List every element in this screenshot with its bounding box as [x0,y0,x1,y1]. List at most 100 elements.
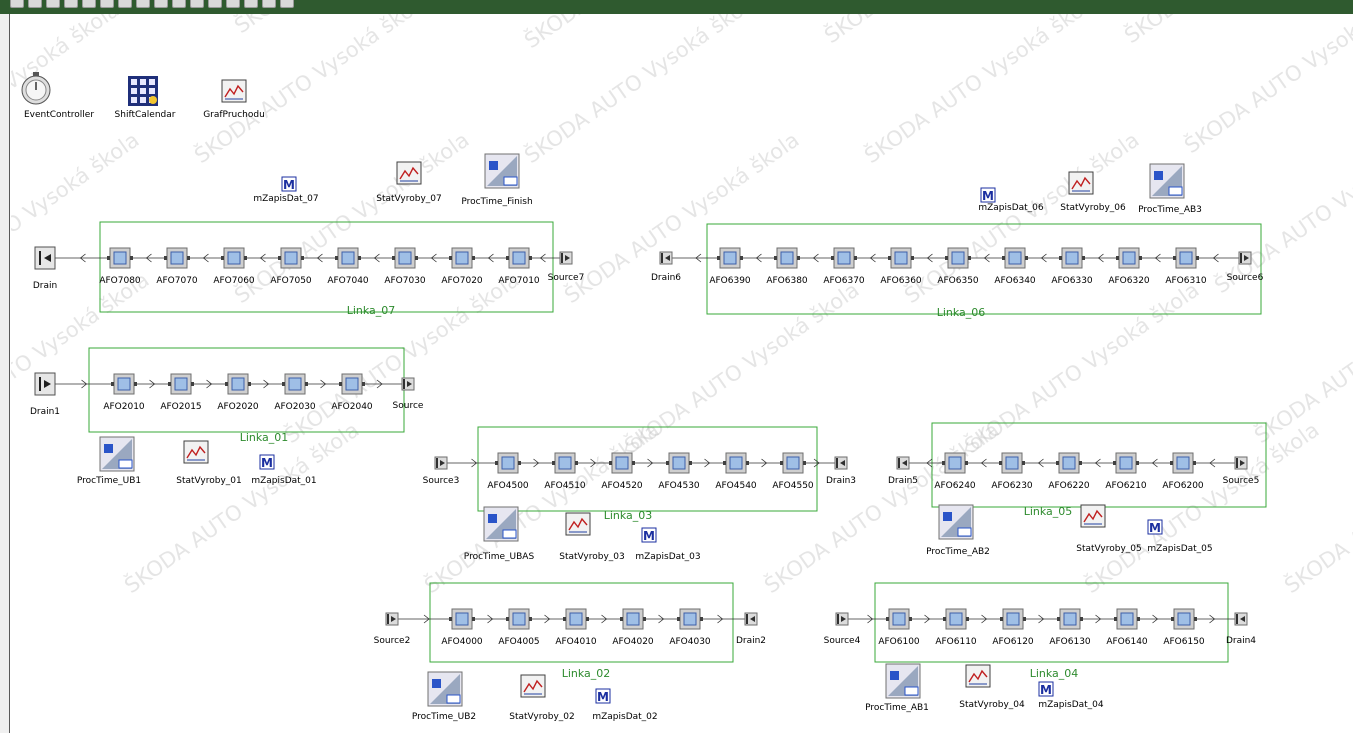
station-afo6220[interactable] [1056,452,1082,474]
watermark-text: ŠKODA AUTO Vysoká škola [1250,267,1353,448]
statistics-chart-icon[interactable] [565,512,591,536]
zoom-in-icon[interactable] [172,0,186,8]
station-afo6380[interactable] [774,247,800,269]
station-afo7040[interactable] [335,247,361,269]
station-afo4550[interactable] [780,452,806,474]
source-icon[interactable] [434,456,448,470]
station-afo6110[interactable] [943,608,969,630]
source-icon[interactable] [385,612,399,626]
station-afo2020[interactable] [225,373,251,395]
graf-pruchodu-icon[interactable] [221,79,247,103]
select-icon[interactable] [262,0,276,8]
tools-icon[interactable] [208,0,222,8]
station-afo6310[interactable] [1173,247,1199,269]
station-afo7080[interactable] [107,247,133,269]
station-afo6200[interactable] [1170,452,1196,474]
station-afo7050[interactable] [278,247,304,269]
play-icon[interactable] [100,0,114,8]
network-diagram[interactable]: ŠKODA AUTO Vysoká škola ŠKODA AUTO Vysoká… [11,14,1353,733]
drain-icon[interactable] [34,372,56,396]
station-afo6370[interactable] [831,247,857,269]
layout-icon[interactable] [10,0,24,8]
proctime-table-icon[interactable] [483,506,519,542]
statistics-chart-icon[interactable] [1080,504,1106,528]
source-icon[interactable] [1238,251,1252,265]
station-afo7070[interactable] [164,247,190,269]
proctime-table-icon[interactable] [427,671,463,707]
drain-icon[interactable] [896,456,910,470]
station-afo6130[interactable] [1057,608,1083,630]
proctime-table-icon[interactable] [1149,163,1185,199]
chart-icon[interactable] [226,0,240,8]
station-afo4000[interactable] [449,608,475,630]
arrow-icon[interactable] [244,0,258,8]
station-label: AFO6140 [1106,637,1148,647]
station-afo2010[interactable] [111,373,137,395]
simulation-frame-canvas[interactable]: ŠKODA AUTO Vysoká škola ŠKODA AUTO Vysoká… [11,14,1353,733]
station-afo4020[interactable] [620,608,646,630]
stop-icon[interactable] [136,0,150,8]
station-afo6230[interactable] [999,452,1025,474]
station-afo6350[interactable] [945,247,971,269]
station-label: AFO4500 [487,481,529,491]
help-icon[interactable] [280,0,294,8]
station-afo7010[interactable] [506,247,532,269]
station-afo6100[interactable] [886,608,912,630]
station-afo6360[interactable] [888,247,914,269]
proctime-table-icon[interactable] [938,504,974,540]
station-afo4005[interactable] [506,608,532,630]
step-icon[interactable] [118,0,132,8]
station-label: AFO7080 [99,276,141,286]
station-afo6120[interactable] [1000,608,1026,630]
statistics-chart-icon[interactable] [520,674,546,698]
zoom-out-icon[interactable] [190,0,204,8]
source-icon[interactable] [835,612,849,626]
source-icon[interactable] [559,251,573,265]
statistics-chart-icon[interactable] [965,664,991,688]
station-afo7020[interactable] [449,247,475,269]
shift-calendar-icon[interactable] [128,76,158,106]
source-icon[interactable] [1234,456,1248,470]
drain-icon[interactable] [1234,612,1248,626]
station-afo6390[interactable] [717,247,743,269]
station-afo6330[interactable] [1059,247,1085,269]
station-afo2030[interactable] [282,373,308,395]
station-afo4520[interactable] [609,452,635,474]
proctime-table-icon[interactable] [885,663,921,699]
drain-icon[interactable] [834,456,848,470]
station-afo6140[interactable] [1114,608,1140,630]
drain-icon[interactable] [34,246,56,270]
station-label: AFO6310 [1165,276,1207,286]
station-afo4500[interactable] [495,452,521,474]
station-afo4030[interactable] [677,608,703,630]
proctime-table-icon[interactable] [484,153,520,189]
station-afo6240[interactable] [942,452,968,474]
statistics-chart-icon[interactable] [396,161,422,185]
statistics-chart-icon[interactable] [183,440,209,464]
station-afo6210[interactable] [1113,452,1139,474]
drain-icon[interactable] [659,251,673,265]
method-glyph: M [261,456,273,470]
station-afo2015[interactable] [168,373,194,395]
watermark-text: ŠKODA AUTO Vysoká škola [420,417,664,598]
station-afo4530[interactable] [666,452,692,474]
station-afo6340[interactable] [1002,247,1028,269]
station-afo7060[interactable] [221,247,247,269]
drain-icon[interactable] [744,612,758,626]
station-afo2040[interactable] [339,373,365,395]
station-afo4540[interactable] [723,452,749,474]
flow-icon[interactable] [82,0,96,8]
station-afo7030[interactable] [392,247,418,269]
clock-icon[interactable] [64,0,78,8]
grid-icon[interactable] [46,0,60,8]
station-afo6150[interactable] [1171,608,1197,630]
reset-icon[interactable] [154,0,168,8]
source-icon[interactable] [401,377,415,391]
statistics-chart-icon[interactable] [1068,171,1094,195]
proctime-table-icon[interactable] [99,436,135,472]
zoom-icon[interactable] [28,0,42,8]
station-afo6320[interactable] [1116,247,1142,269]
station-label: AFO4540 [715,481,757,491]
station-afo4510[interactable] [552,452,578,474]
station-afo4010[interactable] [563,608,589,630]
